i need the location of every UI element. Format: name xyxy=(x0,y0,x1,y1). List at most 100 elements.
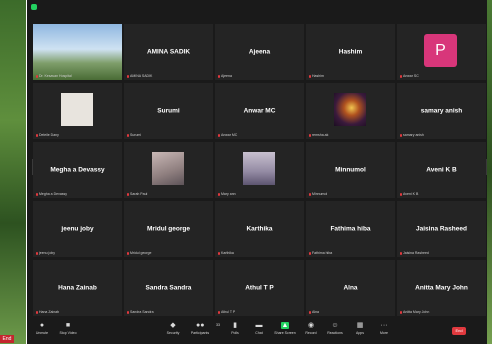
participant-label: Fathima hiba xyxy=(309,251,332,255)
participant-tile[interactable]: Alna Alna xyxy=(306,260,395,316)
participant-label: AMINA SADIK xyxy=(127,74,152,78)
participant-name: Hashim xyxy=(338,48,363,56)
mic-off-icon xyxy=(127,192,129,196)
participant-avatar: P xyxy=(424,34,457,67)
shield-icon xyxy=(31,4,37,10)
participant-label: Aveni K B xyxy=(400,192,418,196)
mic-off-icon xyxy=(218,192,220,196)
more-icon: ··· xyxy=(380,322,388,329)
participant-name: Mridul george xyxy=(147,225,190,233)
participant-tile[interactable]: Ajeena Ajeena xyxy=(215,24,304,80)
mic-off-icon xyxy=(400,251,402,255)
mic-off-icon xyxy=(36,192,38,196)
participant-label: Minnumol xyxy=(309,192,327,196)
building-photo xyxy=(33,24,122,80)
participant-tile[interactable]: Minnumol Minnumol xyxy=(306,142,395,198)
shield-icon: ◆ xyxy=(170,322,176,329)
background-left xyxy=(0,0,26,344)
participant-label: Dr. Kesavan Hospital xyxy=(36,74,72,78)
chat-icon: ▬ xyxy=(255,322,263,329)
stop-video-button[interactable]: ■ Stop Video xyxy=(55,322,81,342)
mic-off-icon xyxy=(309,192,311,196)
participant-tile[interactable]: Anitta Mary John Anitta Mary John xyxy=(397,260,486,316)
participant-name: jeenu joby xyxy=(61,225,94,233)
participants-icon: ●● xyxy=(196,322,205,329)
reactions-button[interactable]: ☺ Reactions xyxy=(322,322,348,342)
participant-tile[interactable]: Surumi Surumi xyxy=(124,83,213,139)
mic-off-icon xyxy=(400,133,402,137)
participant-tile[interactable]: Hana Zainab Hana Zainab xyxy=(33,260,122,316)
mic-off-icon xyxy=(127,133,129,137)
mic-off-icon xyxy=(218,251,220,255)
participant-tile[interactable]: Aveni K B Aveni K B xyxy=(397,142,486,198)
participant-tile[interactable]: Megha a Devassy Megha a Devassy xyxy=(33,142,122,198)
participant-label: Anitta Mary John xyxy=(400,310,429,314)
participant-label: Sarah Paul xyxy=(127,192,147,196)
participant-tile[interactable]: Sarah Paul xyxy=(124,142,213,198)
mic-off-icon xyxy=(36,133,38,137)
participant-tile[interactable]: Fathima hiba Fathima hiba xyxy=(306,201,395,257)
mic-off-icon xyxy=(309,74,311,78)
end-meeting-button[interactable]: End xyxy=(452,327,466,335)
participants-button[interactable]: ●● Participants xyxy=(187,322,213,342)
page-bottom-strip xyxy=(0,344,492,356)
participant-tile[interactable]: Hashim Hashim xyxy=(306,24,395,80)
participant-name: Minnumol xyxy=(335,166,366,174)
meeting-toolbar: ● Unmute ■ Stop Video ◆ Security ●● Part… xyxy=(27,320,487,344)
participant-label: Megha a Devassy xyxy=(36,192,67,196)
more-button[interactable]: ··· More xyxy=(371,322,397,342)
participant-tile[interactable]: Athul T P Athul T P xyxy=(215,260,304,316)
participant-label: Hashim xyxy=(309,74,324,78)
participant-label: Surumi xyxy=(127,133,141,137)
participant-tile[interactable]: samary anish samary anish xyxy=(397,83,486,139)
participant-label: Mary ann xyxy=(218,192,236,196)
participant-label: jeenu joby xyxy=(36,251,55,255)
zoom-window: ‹ › Dr. Kesavan Hospital AMINA SADIK AMI… xyxy=(27,0,487,344)
record-icon: ◉ xyxy=(307,322,315,329)
participant-tile[interactable]: P Anwar SC xyxy=(397,24,486,80)
participant-tile[interactable]: Mary ann xyxy=(215,142,304,198)
apps-button[interactable]: ▦ Apps xyxy=(347,322,373,342)
profile-picture xyxy=(243,152,275,185)
profile-picture xyxy=(334,93,366,126)
participant-tile[interactable]: Mridul george Mridul george xyxy=(124,201,213,257)
profile-picture xyxy=(152,152,184,185)
participant-name: Sandra Sandra xyxy=(145,284,192,292)
participant-label: Mridul george xyxy=(127,251,151,255)
mic-off-icon xyxy=(36,251,38,255)
record-button[interactable]: ◉ Record xyxy=(298,322,324,342)
participant-name: Anwar MC xyxy=(243,107,276,115)
participant-name: Hana Zainab xyxy=(58,284,97,292)
mic-muted-icon: ● xyxy=(39,322,45,329)
participant-name: Karthika xyxy=(246,225,273,233)
share-screen-button[interactable]: ▲ Share Screen xyxy=(272,322,298,342)
apps-icon: ▦ xyxy=(356,322,364,329)
security-button[interactable]: ◆ Security xyxy=(160,322,186,342)
mic-off-icon xyxy=(36,310,38,314)
participant-tile[interactable]: Anwar MC Anwar MC xyxy=(215,83,304,139)
participant-label: remsha.ak xyxy=(309,133,328,137)
mic-off-icon xyxy=(127,74,129,78)
participant-tile[interactable]: Sandra Sandra Sandra Sandra xyxy=(124,260,213,316)
chat-button[interactable]: ▬ Chat xyxy=(246,322,272,342)
participant-tile[interactable]: Jaisina Rasheed Jaisina Rasheed xyxy=(397,201,486,257)
participant-tile[interactable]: Karthika Karthika xyxy=(215,201,304,257)
participant-label: Sandra Sandra xyxy=(127,310,154,314)
mic-off-icon xyxy=(309,310,311,314)
participant-name: Jaisina Rasheed xyxy=(416,225,467,233)
participant-label: Deleile Dany xyxy=(36,133,59,137)
participant-tile[interactable]: Deleile Dany xyxy=(33,83,122,139)
participant-tile[interactable]: AMINA SADIK AMINA SADIK xyxy=(124,24,213,80)
participant-tile[interactable]: remsha.ak xyxy=(306,83,395,139)
participant-tile[interactable]: Dr. Kesavan Hospital xyxy=(33,24,122,80)
unmute-button[interactable]: ● Unmute xyxy=(29,322,55,342)
polls-icon: ▮ xyxy=(233,322,237,329)
mic-off-icon xyxy=(36,74,38,78)
participant-name: Alna xyxy=(343,284,358,292)
polls-button[interactable]: ▮ Polls xyxy=(222,322,248,342)
participant-label: Karthika xyxy=(218,251,234,255)
participant-name: Ajeena xyxy=(248,48,271,56)
mic-off-icon xyxy=(218,133,220,137)
participant-tile[interactable]: jeenu joby jeenu joby xyxy=(33,201,122,257)
participant-label: Ajeena xyxy=(218,74,232,78)
